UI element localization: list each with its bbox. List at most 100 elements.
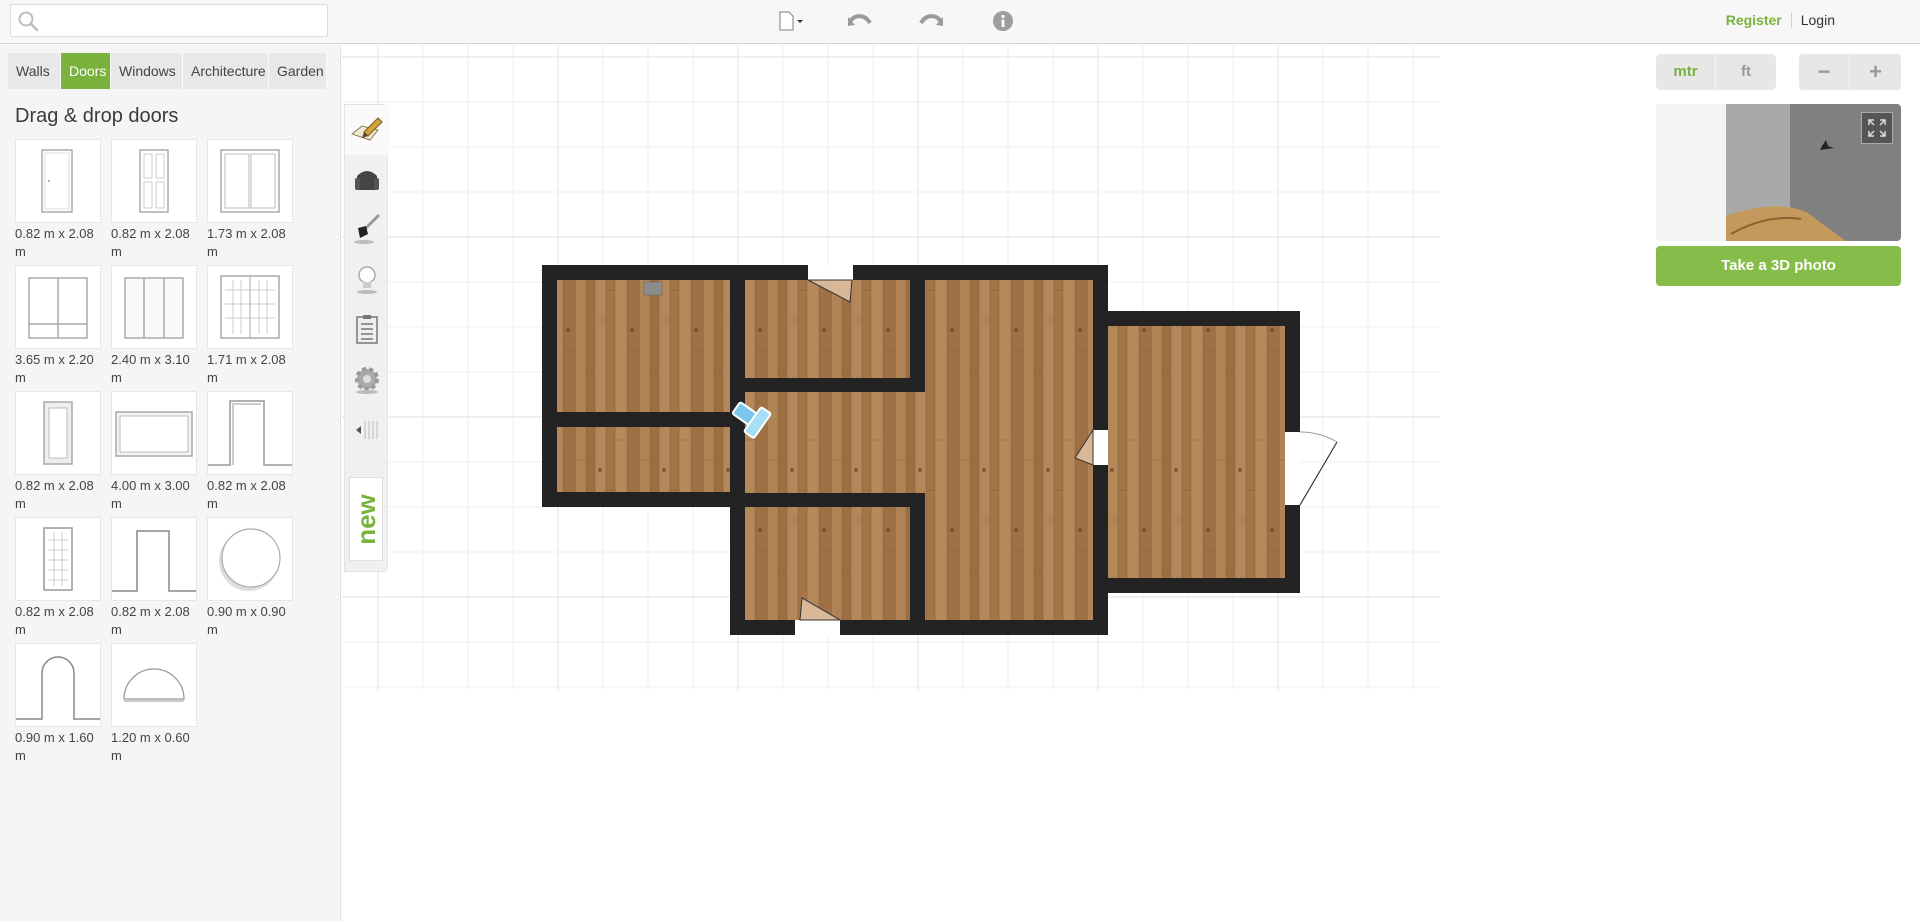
arched-doorway-icon xyxy=(16,656,100,720)
door-thumbnail xyxy=(207,517,293,601)
unit-feet-button[interactable]: ft xyxy=(1716,54,1776,90)
door-size-label: 0.82 m x 2.08 m xyxy=(15,604,94,637)
category-tabs: Walls Doors Windows Architecture Garden xyxy=(8,53,327,89)
room-floor[interactable] xyxy=(1108,326,1285,578)
wall[interactable] xyxy=(745,493,925,507)
room-floor[interactable] xyxy=(557,280,730,413)
door-item[interactable]: 2.40 m x 3.10 m xyxy=(111,265,197,391)
door-thumbnail xyxy=(15,391,101,475)
tool-floorplan[interactable] xyxy=(345,105,389,155)
door-thumbnail xyxy=(207,265,293,349)
wall[interactable] xyxy=(910,265,925,392)
floorplan-pencil-icon xyxy=(350,117,383,141)
wall[interactable] xyxy=(730,265,745,635)
info-button[interactable] xyxy=(988,8,1018,34)
search-input[interactable] xyxy=(43,9,323,33)
zoom-in-button[interactable]: + xyxy=(1850,54,1901,90)
door-thumbnail xyxy=(207,139,293,223)
register-link[interactable]: Register xyxy=(1726,12,1782,28)
door-thumbnail xyxy=(15,643,101,727)
3d-preview[interactable] xyxy=(1656,104,1901,241)
sliding-door-wide-icon xyxy=(28,277,88,339)
tool-settings[interactable] xyxy=(345,355,389,405)
tab-walls[interactable]: Walls xyxy=(8,53,61,89)
placed-door[interactable] xyxy=(1285,431,1338,506)
door-item[interactable]: 3.65 m x 2.20 m xyxy=(15,265,101,391)
tool-furniture[interactable] xyxy=(345,155,389,205)
settings-gear-icon xyxy=(355,367,379,394)
redo-icon xyxy=(919,14,943,26)
room-floor[interactable] xyxy=(745,507,910,620)
door-item[interactable]: 0.82 m x 2.08 m xyxy=(15,517,101,643)
wall[interactable] xyxy=(1108,578,1300,593)
collapse-panel-button[interactable] xyxy=(345,405,389,455)
armchair-icon xyxy=(355,171,379,190)
door-item[interactable]: 1.71 m x 2.08 m xyxy=(207,265,293,391)
door-item[interactable]: 0.82 m x 2.08 m xyxy=(15,391,101,517)
fullscreen-icon xyxy=(1868,119,1886,137)
new-feature-badge[interactable]: new xyxy=(349,477,383,561)
grid-glass-door-icon xyxy=(43,527,73,591)
tab-architecture[interactable]: Architecture xyxy=(183,53,269,89)
zoom-controls: − + xyxy=(1799,54,1901,90)
door-item[interactable]: 1.20 m x 0.60 m xyxy=(111,643,197,769)
door-size-label: 2.40 m x 3.10 m xyxy=(111,352,190,385)
door-item[interactable]: 0.90 m x 0.90 m xyxy=(207,517,293,643)
tool-paint[interactable] xyxy=(345,205,389,255)
search-box[interactable] xyxy=(10,4,328,37)
undo-button[interactable] xyxy=(845,8,875,34)
door-thumbnail xyxy=(207,391,293,475)
door-size-label: 4.00 m x 3.00 m xyxy=(111,478,190,511)
wall[interactable] xyxy=(745,378,925,392)
door-item[interactable]: 0.90 m x 1.60 m xyxy=(15,643,101,769)
tool-list[interactable] xyxy=(345,305,389,355)
wall[interactable] xyxy=(542,265,557,507)
fullscreen-button[interactable] xyxy=(1861,112,1893,144)
round-opening-icon xyxy=(219,528,281,591)
glass-panel-door-icon xyxy=(43,401,73,465)
door-thumbnail xyxy=(111,643,197,727)
collapse-arrow-icon xyxy=(356,421,378,439)
outlet-marker[interactable] xyxy=(643,281,663,296)
door-item[interactable]: 0.82 m x 2.08 m xyxy=(111,139,197,265)
door-size-label: 0.82 m x 2.08 m xyxy=(111,604,190,637)
wall[interactable] xyxy=(910,493,925,635)
door-size-label: 3.65 m x 2.20 m xyxy=(15,352,94,385)
room-floor[interactable] xyxy=(925,280,1093,620)
unit-meters-button[interactable]: mtr xyxy=(1656,54,1716,90)
wall[interactable] xyxy=(1108,311,1300,326)
wall[interactable] xyxy=(730,620,1108,635)
wall[interactable] xyxy=(557,412,730,427)
new-label: new xyxy=(350,493,381,545)
door-thumbnail xyxy=(15,265,101,349)
door-thumbnail xyxy=(111,391,197,475)
take-3d-photo-button[interactable]: Take a 3D photo xyxy=(1656,246,1901,286)
new-file-button[interactable] xyxy=(776,8,806,34)
door-size-label: 0.90 m x 0.90 m xyxy=(207,604,286,637)
tab-garden[interactable]: Garden xyxy=(269,53,327,89)
redo-button[interactable] xyxy=(916,8,946,34)
tool-lighting[interactable] xyxy=(345,255,389,305)
triple-sliding-door-icon xyxy=(124,277,184,339)
room-floor[interactable] xyxy=(745,280,910,378)
half-round-opening-icon xyxy=(123,668,185,702)
french-door-icon xyxy=(220,275,280,339)
zoom-out-button[interactable]: − xyxy=(1799,54,1850,90)
door-size-label: 1.71 m x 2.08 m xyxy=(207,352,286,385)
login-link[interactable]: Login xyxy=(1801,12,1835,28)
door-item[interactable]: 0.82 m x 2.08 m xyxy=(15,139,101,265)
door-item[interactable]: 0.82 m x 2.08 m xyxy=(207,391,293,517)
door-size-label: 1.73 m x 2.08 m xyxy=(207,226,286,259)
divider xyxy=(1790,12,1792,28)
door-size-label: 0.82 m x 2.08 m xyxy=(207,478,286,511)
top-toolbar: Register Login xyxy=(0,0,1920,44)
wall[interactable] xyxy=(542,492,745,507)
door-item[interactable]: 1.73 m x 2.08 m xyxy=(207,139,293,265)
garage-door-icon xyxy=(115,411,193,457)
door-size-label: 1.20 m x 0.60 m xyxy=(111,730,190,763)
door-catalog: 0.82 m x 2.08 m 0.82 m x 2.08 m 1.73 m x… xyxy=(15,139,315,769)
tab-windows[interactable]: Windows xyxy=(111,53,183,89)
door-item[interactable]: 0.82 m x 2.08 m xyxy=(111,517,197,643)
door-item[interactable]: 4.00 m x 3.00 m xyxy=(111,391,197,517)
tab-doors[interactable]: Doors xyxy=(61,53,111,89)
